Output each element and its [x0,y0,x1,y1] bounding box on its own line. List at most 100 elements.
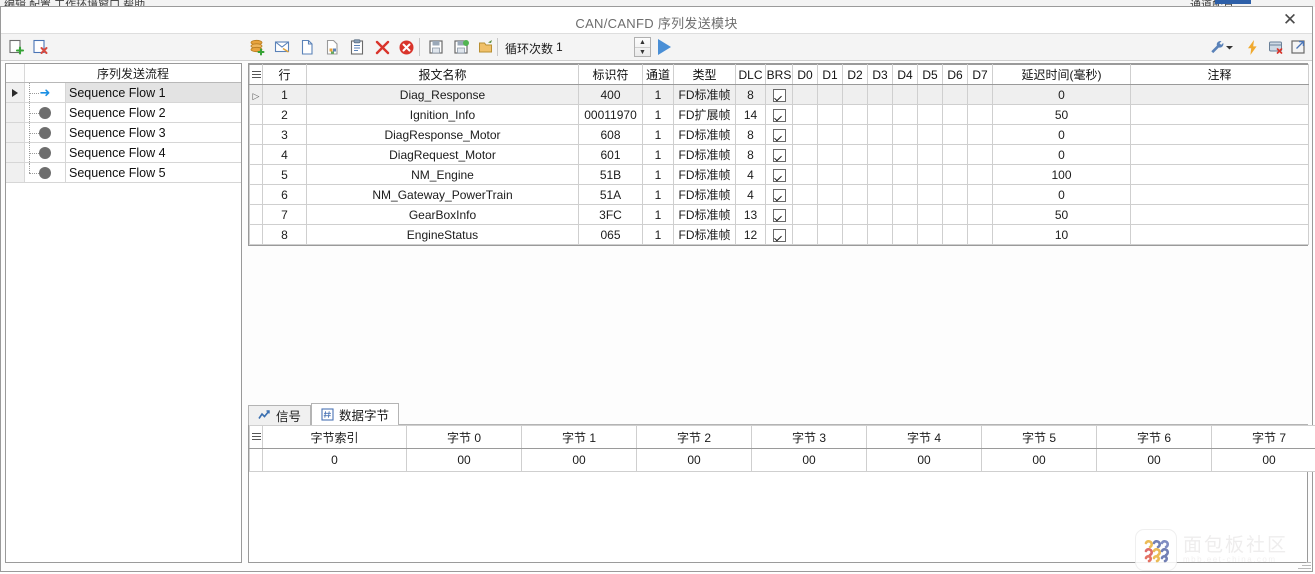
cell-d4[interactable] [892,224,918,245]
cell-identifier[interactable]: 608 [578,124,643,145]
cell-d3[interactable] [867,144,893,165]
cell-d1[interactable] [817,124,843,145]
cell-dlc[interactable]: 13 [735,204,766,225]
cell-d5[interactable] [917,164,943,185]
col-byte-1[interactable]: 字节 1 [521,425,637,449]
col-message-name[interactable]: 报文名称 [306,64,579,85]
row-marker[interactable] [249,124,263,145]
cell-type[interactable]: FD扩展帧 [673,104,736,125]
cell-channel[interactable]: 1 [642,164,674,185]
cell-message-name[interactable]: Ignition_Info [306,104,579,125]
cell-d3[interactable] [867,224,893,245]
cell-d7[interactable] [967,124,993,145]
table-row[interactable]: 5 NM_Engine 51B 1 FD标准帧 4 100 [249,164,1309,185]
cell-d5[interactable] [917,224,943,245]
checkbox-checked-icon[interactable] [772,208,786,222]
cell-d1[interactable] [817,104,843,125]
col-byte-0[interactable]: 字节 0 [406,425,522,449]
col-dlc[interactable]: DLC [735,64,766,85]
row-marker[interactable] [249,144,263,165]
col-delay[interactable]: 延迟时间(毫秒) [992,64,1131,85]
cell-d4[interactable] [892,84,918,105]
cell-byte-index[interactable]: 0 [262,448,407,472]
cell-brs-checkbox[interactable] [765,164,793,185]
checkbox-checked-icon[interactable] [772,108,786,122]
cell-d1[interactable] [817,164,843,185]
cell-d4[interactable] [892,124,918,145]
cell-delay[interactable]: 100 [992,164,1131,185]
sequence-flow-item[interactable]: Sequence Flow 4 [6,143,241,163]
cell-d7[interactable] [967,164,993,185]
cell-message-name[interactable]: NM_Gateway_PowerTrain [306,184,579,205]
cell-d1[interactable] [817,84,843,105]
row-marker[interactable] [249,204,263,225]
table-row[interactable]: ▷ 1 Diag_Response 400 1 FD标准帧 8 0 [249,84,1309,105]
cell-identifier[interactable]: 3FC [578,204,643,225]
col-byte-4[interactable]: 字节 4 [866,425,982,449]
col-d1[interactable]: D1 [817,64,843,85]
sequence-flow-item[interactable]: Sequence Flow 2 [6,103,241,123]
table-row[interactable]: 3 DiagResponse_Motor 608 1 FD标准帧 8 0 [249,124,1309,145]
row-selector-indicator[interactable] [6,83,25,102]
import-message-icon[interactable] [271,36,293,58]
cell-dlc[interactable]: 4 [735,164,766,185]
col-d0[interactable]: D0 [792,64,818,85]
paste-message-icon[interactable] [346,36,368,58]
cell-row-number[interactable]: 3 [262,124,307,145]
row-marker[interactable] [249,164,263,185]
cell-d3[interactable] [867,104,893,125]
cell-delay[interactable]: 0 [992,144,1131,165]
cell-d6[interactable] [942,184,968,205]
cell-type[interactable]: FD标准帧 [673,124,736,145]
cell-d4[interactable] [892,184,918,205]
cell-d3[interactable] [867,184,893,205]
cell-d4[interactable] [892,204,918,225]
cell-d6[interactable] [942,204,968,225]
cell-dlc[interactable]: 8 [735,124,766,145]
cell-brs-checkbox[interactable] [765,84,793,105]
cell-brs-checkbox[interactable] [765,204,793,225]
cell-comment[interactable] [1130,164,1309,185]
col-byte-3[interactable]: 字节 3 [751,425,867,449]
cell-channel[interactable]: 1 [642,124,674,145]
cell-dlc[interactable]: 12 [735,224,766,245]
cell-identifier[interactable]: 51B [578,164,643,185]
col-d4[interactable]: D4 [892,64,918,85]
cell-row-number[interactable]: 7 [262,204,307,225]
cell-delay[interactable]: 10 [992,224,1131,245]
col-byte-2[interactable]: 字节 2 [636,425,752,449]
cell-d4[interactable] [892,164,918,185]
cell-d2[interactable] [842,224,868,245]
table-row[interactable]: 8 EngineStatus 065 1 FD标准帧 12 10 [249,224,1309,245]
row-selector[interactable] [6,163,25,182]
close-icon[interactable]: ✕ [1268,7,1312,32]
cell-message-name[interactable]: NM_Engine [306,164,579,185]
cell-d6[interactable] [942,124,968,145]
cell-d2[interactable] [842,204,868,225]
cell-d5[interactable] [917,184,943,205]
checkbox-checked-icon[interactable] [772,188,786,202]
cell-byte-2[interactable]: 00 [636,448,752,472]
cell-row-number[interactable]: 8 [262,224,307,245]
col-byte-7[interactable]: 字节 7 [1211,425,1315,449]
cell-message-name[interactable]: EngineStatus [306,224,579,245]
open-file-icon[interactable] [475,36,497,58]
cell-identifier[interactable]: 400 [578,84,643,105]
cell-d3[interactable] [867,124,893,145]
add-message-icon[interactable] [246,36,268,58]
cell-d7[interactable] [967,144,993,165]
cell-d2[interactable] [842,104,868,125]
cell-channel[interactable]: 1 [642,204,674,225]
cell-channel[interactable]: 1 [642,144,674,165]
col-identifier[interactable]: 标识符 [578,64,643,85]
cell-d2[interactable] [842,144,868,165]
cell-channel[interactable]: 1 [642,184,674,205]
row-selector[interactable] [6,143,25,162]
cell-row-number[interactable]: 6 [262,184,307,205]
cell-d4[interactable] [892,144,918,165]
cell-byte-3[interactable]: 00 [751,448,867,472]
cell-identifier[interactable]: 51A [578,184,643,205]
cell-identifier[interactable]: 601 [578,144,643,165]
cell-d5[interactable] [917,124,943,145]
cell-d4[interactable] [892,104,918,125]
